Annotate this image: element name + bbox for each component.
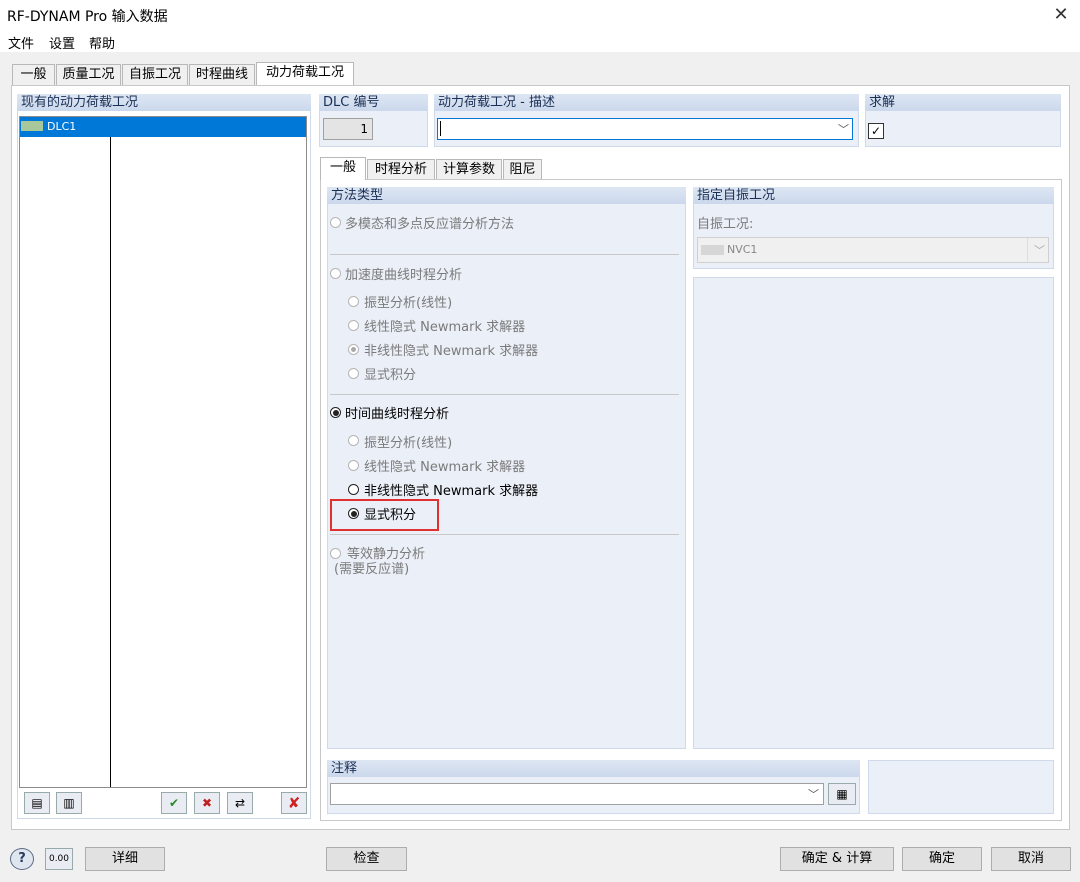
select-all-icon[interactable]: ✔ <box>161 792 187 814</box>
menu-settings[interactable]: 设置 <box>49 33 75 52</box>
label-time-explicit: 显式积分 <box>364 508 417 523</box>
new-case-icon[interactable]: ▤ <box>24 792 50 814</box>
chevron-down-icon[interactable]: ﹀ <box>838 121 849 137</box>
tab-mass-cases[interactable]: 质量工况 <box>56 64 121 85</box>
deselect-icon[interactable]: ✖ <box>194 792 220 814</box>
subtab-time-history[interactable]: 时程分析 <box>367 159 435 180</box>
label-accel-linear: 线性隐式 Newmark 求解器 <box>364 320 526 335</box>
case-color-swatch <box>21 121 43 131</box>
natural-value: NVC1 <box>727 243 758 256</box>
radio-multimodal[interactable] <box>330 217 341 228</box>
subtab-calc-params[interactable]: 计算参数 <box>436 159 502 180</box>
natural-title: 指定自振工况 <box>693 187 1054 204</box>
comment-input[interactable] <box>330 783 824 805</box>
separator <box>330 254 679 255</box>
swap-icon[interactable]: ⇄ <box>227 792 253 814</box>
subtab-general[interactable]: 一般 <box>320 157 366 180</box>
tab-natural-cases[interactable]: 自振工况 <box>122 64 188 85</box>
radio-time-linear[interactable] <box>348 460 359 471</box>
combobox-divider <box>1027 238 1028 262</box>
label-accel-explicit: 显式积分 <box>364 368 417 383</box>
method-title: 方法类型 <box>327 187 686 204</box>
label-accel: 加速度曲线时程分析 <box>345 268 463 283</box>
label-multimodal: 多模态和多点反应谱分析方法 <box>345 217 515 232</box>
cancel-button[interactable]: 取消 <box>991 847 1071 871</box>
radio-accel[interactable] <box>330 268 341 279</box>
copy-case-icon[interactable]: ▥ <box>56 792 82 814</box>
chevron-down-icon[interactable]: ﹀ <box>1034 242 1045 258</box>
comment-side-panel <box>868 760 1054 814</box>
label-static-line2: (需要反应谱) <box>334 562 410 577</box>
description-combobox[interactable] <box>437 118 853 140</box>
check-button[interactable]: 检查 <box>326 847 407 871</box>
dlc-number-field[interactable]: 1 <box>323 118 373 140</box>
label-time-modal: 振型分析(线性) <box>364 436 453 451</box>
delete-icon[interactable]: ✘ <box>281 792 307 814</box>
units-icon[interactable]: 0.00 <box>45 848 73 870</box>
cases-list[interactable] <box>19 116 307 788</box>
list-column-divider <box>110 117 111 787</box>
radio-time-explicit[interactable] <box>348 508 359 519</box>
separator <box>330 534 679 535</box>
description-title: 动力荷载工况 - 描述 <box>434 94 859 111</box>
menu-file[interactable]: 文件 <box>8 33 34 52</box>
separator <box>330 394 679 395</box>
radio-time-modal[interactable] <box>348 435 359 446</box>
solve-title: 求解 <box>865 94 1061 111</box>
comment-title: 注释 <box>327 760 860 777</box>
label-time-nonlinear: 非线性隐式 Newmark 求解器 <box>364 484 539 499</box>
natural-label: 自振工况: <box>697 217 754 232</box>
radio-time[interactable] <box>330 407 341 418</box>
menu-help[interactable]: 帮助 <box>89 33 115 52</box>
radio-accel-linear[interactable] <box>348 320 359 331</box>
radio-accel-nonlinear[interactable] <box>348 344 359 355</box>
list-item-label: DLC1 <box>47 120 77 133</box>
ok-calculate-button[interactable]: 确定 & 计算 <box>780 847 894 871</box>
natural-color-swatch <box>701 245 724 255</box>
solve-checkbox[interactable]: ✓ <box>868 123 884 139</box>
menu-bar <box>0 30 1080 52</box>
comment-library-icon[interactable]: ▦ <box>828 783 856 805</box>
close-icon[interactable]: ✕ <box>1048 2 1074 28</box>
tab-dynamic-load-cases[interactable]: 动力荷载工况 <box>256 62 354 85</box>
preview-area <box>693 277 1054 749</box>
label-time: 时间曲线时程分析 <box>345 407 450 422</box>
label-time-linear: 线性隐式 Newmark 求解器 <box>364 460 526 475</box>
ok-button[interactable]: 确定 <box>902 847 982 871</box>
chevron-down-icon[interactable]: ﹀ <box>808 786 819 802</box>
dlc-title: DLC 编号 <box>319 94 428 111</box>
label-accel-modal: 振型分析(线性) <box>364 296 453 311</box>
text-caret <box>440 121 441 136</box>
radio-accel-explicit[interactable] <box>348 368 359 379</box>
help-icon[interactable]: ? <box>10 848 34 870</box>
details-button[interactable]: 详细 <box>85 847 165 871</box>
label-accel-nonlinear: 非线性隐式 Newmark 求解器 <box>364 344 539 359</box>
window-title: RF-DYNAM Pro 输入数据 <box>7 9 168 25</box>
subtab-damping[interactable]: 阻尼 <box>503 159 542 180</box>
tab-general[interactable]: 一般 <box>12 64 55 85</box>
radio-time-nonlinear[interactable] <box>348 484 359 495</box>
radio-accel-modal[interactable] <box>348 296 359 307</box>
existing-cases-title: 现有的动力荷载工况 <box>17 94 311 111</box>
tab-time-diagrams[interactable]: 时程曲线 <box>189 64 255 85</box>
